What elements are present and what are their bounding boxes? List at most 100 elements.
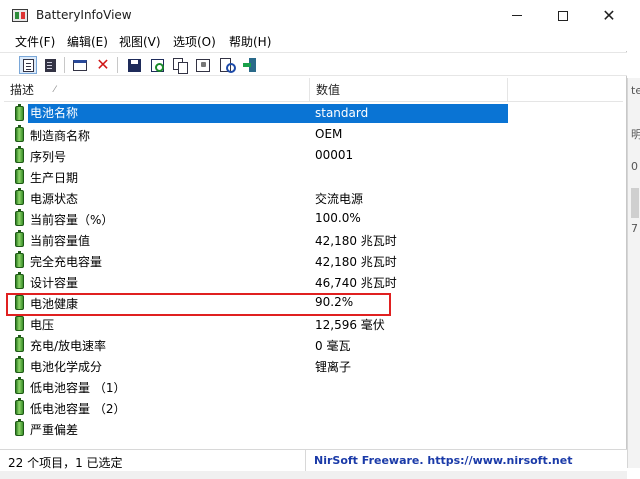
window-title: BatteryInfoView: [36, 8, 132, 22]
table-row[interactable]: 低电池容量 （2）: [4, 397, 508, 418]
save-icon: [127, 58, 141, 72]
column-header-description[interactable]: 描述 ⁄: [4, 78, 310, 102]
copy-icon: [173, 58, 188, 74]
window-icon: [73, 59, 87, 71]
window-bottom-edge: [0, 471, 627, 479]
toolbar: ✕: [0, 52, 627, 76]
peek-text-2: 明: [631, 128, 640, 141]
battery-icon: [15, 356, 24, 373]
close-button[interactable]: ✕: [586, 0, 632, 31]
row-value: 交流电源: [315, 192, 364, 206]
table-row[interactable]: 当前容量（%） 100.0%: [4, 208, 508, 229]
menu-file[interactable]: 文件(F): [13, 33, 57, 50]
table-row[interactable]: 制造商名称 OEM: [4, 124, 508, 145]
battery-icon: [15, 104, 24, 121]
nirsoft-link[interactable]: NirSoft Freeware. https://www.nirsoft.ne…: [314, 454, 572, 467]
menu-edit[interactable]: 编辑(E): [65, 33, 110, 50]
menu-view[interactable]: 视图(V): [117, 33, 163, 50]
row-value: standard: [315, 106, 369, 120]
html-report-icon: [22, 58, 34, 72]
maximize-icon: [558, 10, 568, 21]
status-bar: 22 个项目，1 已选定 NirSoft Freeware. https://w…: [0, 449, 627, 472]
battery-icon: [15, 188, 24, 205]
battery-icon: [15, 146, 24, 163]
battery-app-icon: [12, 9, 28, 22]
exit-icon: [243, 58, 257, 72]
column-header-value-label: 数值: [316, 83, 341, 97]
find-icon: [220, 58, 236, 73]
battery-info-list[interactable]: 描述 ⁄ 数值 电池名称 standard 制造商名称 OEM 序列号 00001 生产日期…: [4, 78, 623, 446]
table-row[interactable]: 电池名称 standard: [4, 103, 508, 124]
row-description: 充电/放电速率: [30, 339, 107, 353]
window-button[interactable]: [71, 56, 89, 74]
row-description: 电源状态: [30, 192, 79, 206]
text-report-icon: [44, 58, 56, 72]
maximize-button[interactable]: [540, 0, 586, 31]
sort-arrow-icon: ⁄: [54, 85, 56, 95]
battery-icon: [15, 209, 24, 226]
refresh-button[interactable]: [148, 56, 166, 74]
row-description: 电池化学成分: [30, 360, 103, 374]
menu-help[interactable]: 帮助(H): [227, 33, 273, 50]
exit-button[interactable]: [241, 56, 259, 74]
row-value: 46,740 兆瓦时: [315, 276, 397, 290]
table-row[interactable]: 电源状态 交流电源: [4, 187, 508, 208]
menu-bar: 文件(F) 编辑(E) 视图(V) 选项(O) 帮助(H): [0, 31, 627, 51]
close-icon: ✕: [602, 6, 616, 25]
list-header: 描述 ⁄ 数值: [4, 78, 623, 102]
peek-text-4: 7: [631, 222, 638, 235]
html-report-button[interactable]: [19, 56, 37, 74]
battery-icon: [15, 230, 24, 247]
title-bar[interactable]: BatteryInfoView ✕: [0, 0, 627, 31]
row-value: 12,596 毫伏: [315, 318, 385, 332]
toolbar-separator: [117, 57, 118, 73]
menu-options[interactable]: 选项(O): [171, 33, 218, 50]
peek-scroll: [631, 188, 639, 218]
delete-button[interactable]: ✕: [94, 56, 112, 74]
row-description: 严重偏差: [30, 423, 79, 437]
row-description: 低电池容量 （2）: [30, 402, 126, 416]
table-row[interactable]: 严重偏差: [4, 418, 508, 439]
row-description: 设计容量: [30, 276, 79, 290]
save-button[interactable]: [125, 56, 143, 74]
battery-icon: [15, 377, 24, 394]
row-value: 42,180 兆瓦时: [315, 255, 397, 269]
app-window: BatteryInfoView ✕ 文件(F) 编辑(E) 视图(V) 选项(O…: [0, 0, 627, 479]
row-description: 当前容量值: [30, 234, 91, 248]
delete-icon: ✕: [96, 55, 110, 74]
row-description: 当前容量（%）: [30, 213, 114, 227]
background-window-edge: te 明 0 7: [627, 78, 640, 468]
row-description: 生产日期: [30, 171, 79, 185]
table-row[interactable]: 充电/放电速率 0 毫瓦: [4, 334, 508, 355]
row-description: 序列号: [30, 150, 67, 164]
battery-icon: [15, 167, 24, 184]
table-row[interactable]: 完全充电容量 42,180 兆瓦时: [4, 250, 508, 271]
row-value: 00001: [315, 148, 354, 162]
find-button[interactable]: [218, 56, 236, 74]
column-header-description-label: 描述: [10, 83, 35, 97]
peek-text-1: te: [631, 84, 640, 97]
table-row[interactable]: 电池化学成分 锂离子: [4, 355, 508, 376]
row-description: 低电池容量 （1）: [30, 381, 126, 395]
table-row[interactable]: 电压 12,596 毫伏: [4, 313, 508, 334]
table-row[interactable]: 序列号 00001: [4, 145, 508, 166]
row-value: 42,180 兆瓦时: [315, 234, 397, 248]
table-row[interactable]: 当前容量值 42,180 兆瓦时: [4, 229, 508, 250]
row-value: 100.0%: [315, 211, 361, 225]
row-description: 制造商名称: [30, 129, 91, 143]
copy-button[interactable]: [171, 56, 189, 74]
battery-icon: [15, 251, 24, 268]
annotation-highlight-box: [6, 293, 391, 316]
minimize-button[interactable]: [494, 0, 540, 31]
table-row[interactable]: 设计容量 46,740 兆瓦时: [4, 271, 508, 292]
row-value: 0 毫瓦: [315, 339, 351, 353]
row-value: OEM: [315, 127, 343, 141]
row-value: 锂离子: [315, 360, 352, 374]
column-header-value[interactable]: 数值: [310, 78, 508, 102]
text-report-button[interactable]: [41, 56, 59, 74]
status-divider: [305, 450, 306, 472]
properties-button[interactable]: [194, 56, 212, 74]
table-row[interactable]: 生产日期: [4, 166, 508, 187]
table-row[interactable]: 低电池容量 （1）: [4, 376, 508, 397]
row-description: 电压: [30, 318, 55, 332]
